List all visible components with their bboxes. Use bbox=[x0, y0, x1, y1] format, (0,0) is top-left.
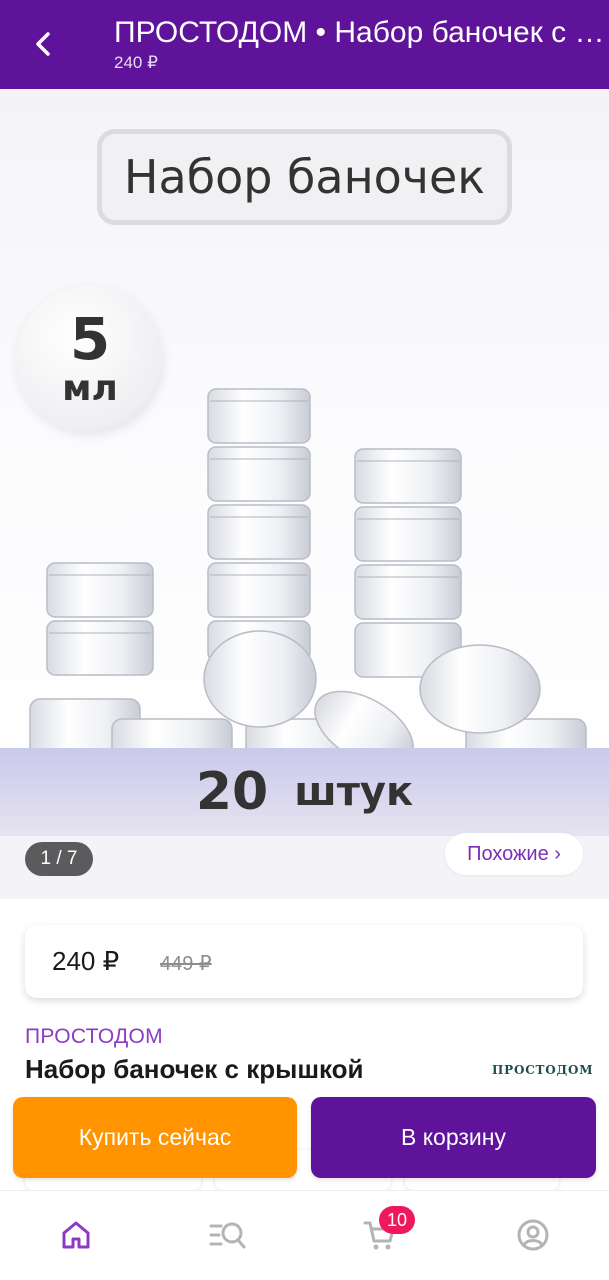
photo-title-plate: Набор баночек bbox=[97, 129, 512, 225]
home-icon bbox=[62, 1221, 90, 1249]
pieces-number: 20 bbox=[195, 762, 269, 822]
profile-icon bbox=[517, 1219, 549, 1251]
product-name: Набор баночек с крышкой bbox=[25, 1054, 364, 1084]
nav-home[interactable] bbox=[54, 1213, 98, 1257]
price-card: 240 ₽ 449 ₽ bbox=[25, 925, 583, 998]
header-title: ПРОСТОДОМ • Набор баночек с крышкой bbox=[114, 16, 609, 49]
catalog-search-icon bbox=[209, 1222, 246, 1249]
arrow-left-icon bbox=[36, 32, 50, 56]
product-screen: ПРОСТОДОМ • Набор баночек с крышкой 240 … bbox=[0, 0, 609, 1280]
volume-badge: 5 мл bbox=[16, 285, 164, 433]
add-to-cart-button[interactable]: В корзину bbox=[311, 1097, 596, 1178]
brand-logo[interactable]: ПРОСТОДОМ bbox=[492, 1063, 593, 1077]
product-photo[interactable]: Набор баночек 5 мл bbox=[0, 89, 609, 836]
brand-link[interactable]: ПРОСТОДОМ bbox=[25, 1025, 163, 1049]
pieces-caption: 20 штук bbox=[0, 748, 609, 836]
cart-count-badge: 10 bbox=[379, 1206, 415, 1234]
pieces-unit: штук bbox=[294, 769, 414, 815]
top-app-bar: ПРОСТОДОМ • Набор баночек с крышкой 240 … bbox=[0, 0, 609, 89]
back-button[interactable] bbox=[22, 22, 66, 66]
current-price: 240 ₽ bbox=[52, 946, 120, 976]
header-price: 240 ₽ bbox=[114, 53, 158, 72]
nav-catalog[interactable] bbox=[206, 1213, 250, 1257]
nav-profile[interactable] bbox=[511, 1213, 555, 1257]
old-price: 449 ₽ bbox=[160, 953, 212, 975]
buy-now-button[interactable]: Купить сейчас bbox=[13, 1097, 297, 1178]
gallery-page-counter: 1 / 7 bbox=[25, 842, 93, 876]
product-gallery[interactable]: Набор баночек 5 мл 20 штук 1 / 7 Похожие… bbox=[0, 89, 609, 899]
volume-number: 5 bbox=[69, 305, 111, 373]
similar-products-button[interactable]: Похожие › bbox=[445, 833, 583, 875]
bottom-navigation bbox=[0, 1190, 609, 1280]
volume-unit: мл bbox=[62, 368, 118, 409]
